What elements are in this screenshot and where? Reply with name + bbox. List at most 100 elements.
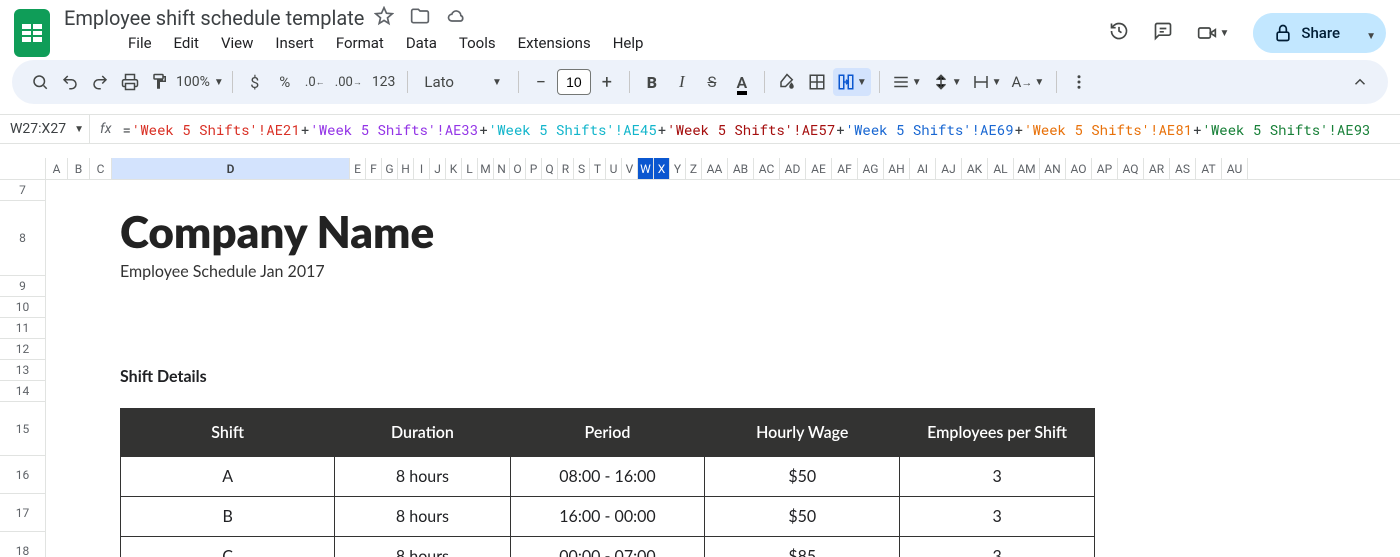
column-header-AA[interactable]: AA: [702, 158, 728, 179]
menu-edit[interactable]: Edit: [174, 34, 199, 52]
collapse-toolbar-button[interactable]: [1346, 68, 1374, 96]
menu-help[interactable]: Help: [613, 34, 644, 52]
increase-decimal-button[interactable]: .00→: [331, 68, 366, 96]
column-header-O[interactable]: O: [510, 158, 526, 179]
fill-color-button[interactable]: [773, 68, 801, 96]
column-header-AN[interactable]: AN: [1040, 158, 1066, 179]
table-cell[interactable]: 8 hours: [335, 537, 510, 557]
table-cell[interactable]: $50: [705, 497, 900, 537]
column-header-AI[interactable]: AI: [910, 158, 936, 179]
meet-icon[interactable]: ▼: [1197, 23, 1229, 43]
table-cell[interactable]: 08:00 - 16:00: [510, 457, 705, 497]
column-header-I[interactable]: I: [414, 158, 430, 179]
column-header-C[interactable]: C: [90, 158, 112, 179]
print-button[interactable]: [116, 68, 144, 96]
column-header-Z[interactable]: Z: [686, 158, 702, 179]
share-button[interactable]: Share: [1253, 13, 1360, 53]
column-header-G[interactable]: G: [382, 158, 398, 179]
increase-font-button[interactable]: +: [593, 68, 621, 96]
font-family-select[interactable]: Lato▼: [416, 73, 509, 91]
column-header-U[interactable]: U: [606, 158, 622, 179]
row-header-13[interactable]: 13: [0, 360, 46, 381]
column-header-AU[interactable]: AU: [1222, 158, 1248, 179]
zoom-select[interactable]: 100%▼: [176, 74, 224, 90]
horizontal-align-button[interactable]: ▼: [888, 68, 926, 96]
strikethrough-button[interactable]: S: [698, 68, 726, 96]
column-header-T[interactable]: T: [590, 158, 606, 179]
column-header-AE[interactable]: AE: [806, 158, 832, 179]
table-cell[interactable]: 8 hours: [335, 457, 510, 497]
row-header-10[interactable]: 10: [0, 297, 46, 318]
format-percent-button[interactable]: %: [271, 68, 299, 96]
menu-format[interactable]: Format: [336, 34, 384, 52]
table-cell[interactable]: 3: [900, 457, 1095, 497]
column-header-AS[interactable]: AS: [1170, 158, 1196, 179]
row-header-16[interactable]: 16: [0, 456, 46, 494]
row-header-11[interactable]: 11: [0, 318, 46, 339]
table-cell[interactable]: 3: [900, 497, 1095, 537]
column-header-J[interactable]: J: [430, 158, 446, 179]
formula-bar[interactable]: ='Week 5 Shifts'!AE21+'Week 5 Shifts'!AE…: [121, 120, 1370, 139]
merge-cells-button[interactable]: ▼: [833, 68, 871, 96]
cloud-status-icon[interactable]: [446, 6, 466, 30]
text-color-button[interactable]: A: [728, 68, 756, 96]
table-cell[interactable]: $85: [705, 537, 900, 557]
paint-format-button[interactable]: [146, 68, 174, 96]
row-header-18[interactable]: 18: [0, 532, 46, 557]
star-icon[interactable]: [374, 6, 394, 30]
column-header-L[interactable]: L: [462, 158, 478, 179]
column-header-N[interactable]: N: [494, 158, 510, 179]
column-header-F[interactable]: F: [366, 158, 382, 179]
history-icon[interactable]: [1109, 21, 1129, 45]
search-menus-icon[interactable]: [26, 68, 54, 96]
column-header-AP[interactable]: AP: [1092, 158, 1118, 179]
table-cell[interactable]: C: [121, 537, 335, 557]
column-header-AO[interactable]: AO: [1066, 158, 1092, 179]
sheets-logo[interactable]: [14, 9, 50, 57]
column-header-D[interactable]: D: [112, 158, 350, 179]
column-header-M[interactable]: M: [478, 158, 494, 179]
menu-data[interactable]: Data: [406, 34, 437, 52]
column-header-W[interactable]: W: [638, 158, 654, 179]
move-icon[interactable]: [410, 6, 430, 30]
row-header-8[interactable]: 8: [0, 201, 46, 276]
column-header-A[interactable]: A: [46, 158, 68, 179]
menu-view[interactable]: View: [221, 34, 253, 52]
column-header-B[interactable]: B: [68, 158, 90, 179]
column-header-P[interactable]: P: [526, 158, 542, 179]
column-header-AK[interactable]: AK: [962, 158, 988, 179]
row-header-17[interactable]: 17: [0, 494, 46, 532]
column-header-AC[interactable]: AC: [754, 158, 780, 179]
column-header-S[interactable]: S: [574, 158, 590, 179]
table-cell[interactable]: $50: [705, 457, 900, 497]
table-cell[interactable]: 16:00 - 00:00: [510, 497, 705, 537]
redo-button[interactable]: [86, 68, 114, 96]
column-header-AD[interactable]: AD: [780, 158, 806, 179]
table-cell[interactable]: 00:00 - 07:00: [510, 537, 705, 557]
table-cell[interactable]: B: [121, 497, 335, 537]
column-header-E[interactable]: E: [350, 158, 366, 179]
column-header-AQ[interactable]: AQ: [1118, 158, 1144, 179]
row-header-12[interactable]: 12: [0, 339, 46, 360]
menu-tools[interactable]: Tools: [459, 34, 496, 52]
column-header-V[interactable]: V: [622, 158, 638, 179]
more-formats-button[interactable]: 123: [368, 68, 400, 96]
select-all-corner[interactable]: [0, 158, 46, 180]
text-rotation-button[interactable]: A→▼: [1008, 68, 1049, 96]
italic-button[interactable]: I: [668, 68, 696, 96]
menu-insert[interactable]: Insert: [275, 34, 313, 52]
name-box[interactable]: W27:X27 ▼: [0, 115, 90, 143]
column-header-AJ[interactable]: AJ: [936, 158, 962, 179]
menu-extensions[interactable]: Extensions: [518, 34, 591, 52]
column-header-H[interactable]: H: [398, 158, 414, 179]
undo-button[interactable]: [56, 68, 84, 96]
document-title[interactable]: Employee shift schedule template: [64, 6, 364, 30]
table-cell[interactable]: 8 hours: [335, 497, 510, 537]
share-dropdown[interactable]: ▼: [1360, 24, 1386, 43]
column-header-Q[interactable]: Q: [542, 158, 558, 179]
row-header-15[interactable]: 15: [0, 402, 46, 456]
format-currency-button[interactable]: $: [241, 68, 269, 96]
column-header-AT[interactable]: AT: [1196, 158, 1222, 179]
menu-file[interactable]: File: [128, 34, 152, 52]
column-header-AF[interactable]: AF: [832, 158, 858, 179]
